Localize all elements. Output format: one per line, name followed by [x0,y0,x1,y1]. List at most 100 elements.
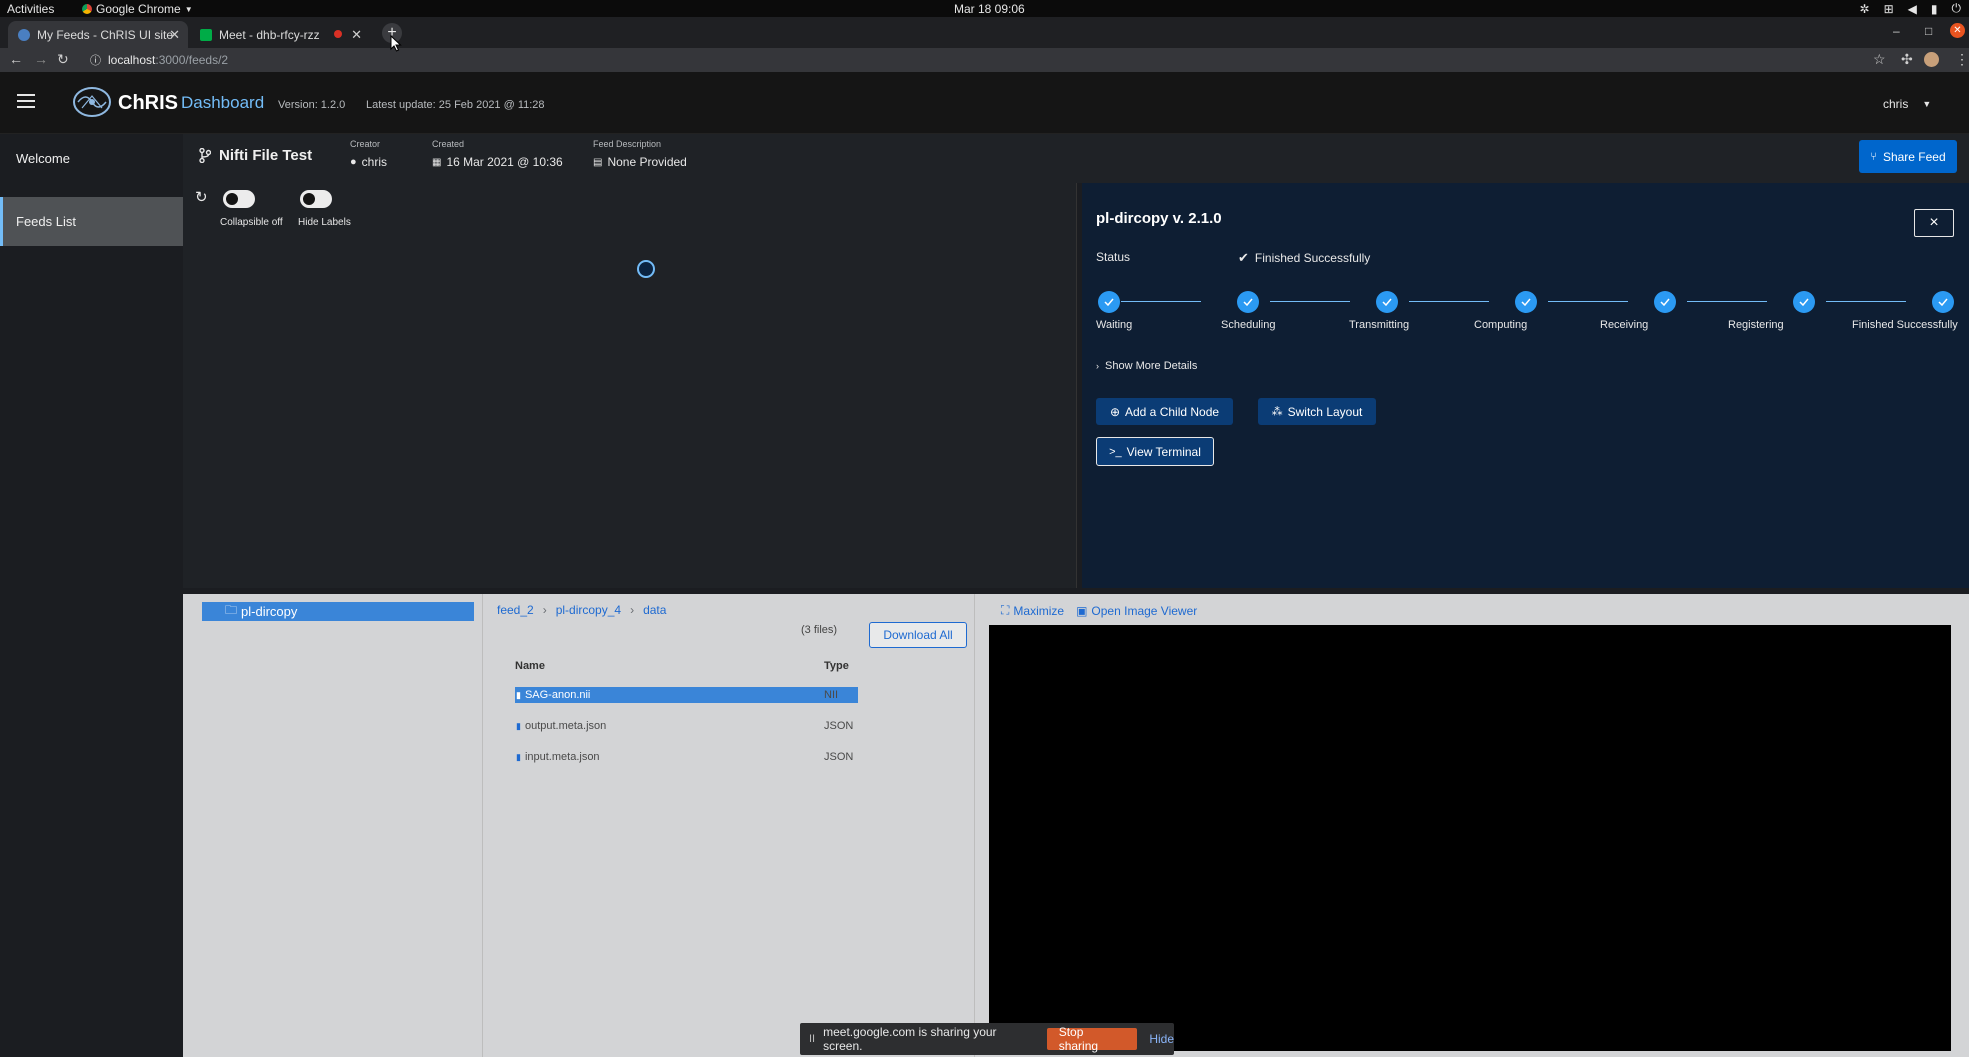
close-icon[interactable]: ✕ [351,27,362,43]
feed-title-text: Nifti File Test [219,147,313,164]
directory-tree: 🗀 pl-dircopy [183,594,483,1057]
caret-down-icon: ▼ [1922,99,1932,109]
table-row[interactable]: ▮ SAG-anon.nii [515,687,858,703]
terminal-icon: >_ [1109,445,1122,458]
view-terminal-label: View Terminal [1126,444,1201,459]
user-menu[interactable]: chris ▼ [1883,97,1931,111]
download-all-button[interactable]: Download All [869,622,967,648]
column-header-name[interactable]: Name [515,660,545,672]
url-path: :3000/feeds/2 [155,52,229,67]
hide-labels-toggle[interactable] [300,190,332,208]
image-viewer[interactable] [989,625,1951,1051]
column-header-type[interactable]: Type [824,660,849,672]
status-label: Status [1096,250,1131,264]
activities-button[interactable]: Activities [7,2,54,16]
share-feed-label: Share Feed [1882,149,1946,164]
progress-line [1826,301,1906,302]
feed-graph[interactable]: ↻ Collapsible off Hide Labels [183,183,1076,588]
plus-circle-icon: ⊕ [1109,404,1120,419]
file-icon: ▮ [516,751,521,762]
tab-title: Meet - dhb-rfcy-rzz [219,27,320,42]
info-icon: ⓘ [90,54,101,67]
maximize-icon[interactable]: □ [1925,24,1932,38]
screen-share-notice: II meet.google.com is sharing your scree… [800,1023,1174,1055]
share-feed-button[interactable]: ⑂ Share Feed [1859,140,1957,173]
extensions-icon[interactable]: ✣ [1901,51,1913,68]
feed-title: Nifti File Test [199,147,312,164]
tree-item-pl-dircopy[interactable]: 🗀 pl-dircopy [202,602,474,621]
maximize-button[interactable]: ⛶ Maximize [1001,603,1064,618]
breadcrumb-item[interactable]: data [643,603,666,617]
stop-sharing-button[interactable]: Stop sharing [1046,1025,1138,1053]
bookmark-star-icon[interactable]: ☆ [1873,51,1886,68]
profile-avatar-icon[interactable] [1924,52,1939,67]
address-bar[interactable]: ⓘ localhost:3000/feeds/2 [85,49,1855,70]
step-label: Scheduling [1221,319,1276,331]
description-value: None Provided [607,155,687,169]
brand-title: ChRIS [118,92,178,114]
step-label: Finished Successfully [1852,319,1958,331]
sidebar-item-welcome[interactable]: Welcome [0,134,183,183]
file-icon: ▮ [516,720,521,731]
viewer-actions: ⛶ Maximize ▣ Open Image Viewer [1001,603,1197,618]
tab-chris[interactable]: My Feeds - ChRIS UI site ✕ [8,21,188,48]
step-label: Transmitting [1349,319,1410,331]
created-label: Created [432,139,465,149]
app-menu[interactable]: Google Chrome ▼ [82,2,193,16]
share-notice-text: meet.google.com is sharing your screen. [823,1025,997,1053]
table-row[interactable]: ▮ output.meta.json [515,718,858,734]
breadcrumb-item[interactable]: feed_2 [497,603,534,617]
more-menu-icon[interactable]: ⋮ [1955,51,1969,68]
created-value: 16 Mar 2021 @ 10:36 [446,155,563,169]
open-image-viewer-button[interactable]: ▣ Open Image Viewer [1076,603,1197,618]
url-host: localhost [108,52,156,67]
status-value: ✔ Finished Successfully [1238,250,1370,266]
step-check-icon [1932,291,1954,313]
show-more-details-toggle[interactable]: › Show More Details [1096,360,1197,372]
breadcrumb-item[interactable]: pl-dircopy_4 [556,603,621,617]
microphone-icon: ▮ [1930,1,1938,16]
close-icon[interactable]: ✕ [169,27,180,43]
collapsible-toggle[interactable] [223,190,255,208]
clock[interactable]: Mar 18 09:06 [954,2,1025,16]
step-check-icon [1654,291,1676,313]
image-icon: ▣ [1076,603,1088,618]
mouse-cursor-icon [390,35,402,52]
minimize-icon[interactable]: – [1893,24,1900,38]
file-type: NII [824,689,839,701]
feed-created: Created ▦ 16 Mar 2021 @ 10:36 [432,139,563,169]
file-name: input.meta.json [524,751,600,763]
creator-value: chris [361,155,387,169]
close-window-icon[interactable]: ✕ [1950,23,1965,38]
graph-node[interactable] [637,260,655,278]
reload-icon[interactable]: ↻ [57,51,69,68]
add-child-node-button[interactable]: ⊕ Add a Child Node [1096,398,1233,425]
table-row[interactable]: ▮ input.meta.json [515,749,858,765]
sidebar-item-feeds-list[interactable]: Feeds List [0,197,183,246]
chevron-right-icon: › [542,603,547,617]
system-tray[interactable]: ✲ ⊞ ◀ ▮ ⏻ [1860,1,1961,16]
tab-meet[interactable]: Meet - dhb-rfcy-rzz ✕ [190,21,370,48]
step-check-icon [1515,291,1537,313]
refresh-icon[interactable]: ↻ [195,188,208,206]
show-more-label: Show More Details [1105,360,1198,372]
view-terminal-button[interactable]: >_ View Terminal [1096,437,1214,466]
switch-layout-button[interactable]: ⁂ Switch Layout [1258,398,1376,425]
step-label: Receiving [1600,319,1649,331]
network-icon: ⊞ [1883,1,1894,16]
chrome-icon [82,4,92,14]
back-icon[interactable]: ← [9,51,23,67]
hide-notice-button[interactable]: Hide [1149,1032,1174,1046]
close-panel-button[interactable]: × [1914,209,1954,237]
step-check-icon [1237,291,1259,313]
app-version: Version: 1.2.0 [278,99,346,111]
meet-favicon-icon [200,28,212,41]
sidebar: Welcome Feeds List [0,134,183,1057]
expand-icon: ⛶ [1001,603,1010,617]
chevron-right-icon: › [1096,361,1099,371]
check-icon: ✔ [1238,250,1249,265]
chevron-right-icon: › [630,603,635,617]
feed-header: Nifti File Test Creator ● chris Created ▦… [183,134,1969,183]
forward-icon[interactable]: → [34,51,48,67]
hamburger-menu-icon[interactable] [17,94,35,108]
